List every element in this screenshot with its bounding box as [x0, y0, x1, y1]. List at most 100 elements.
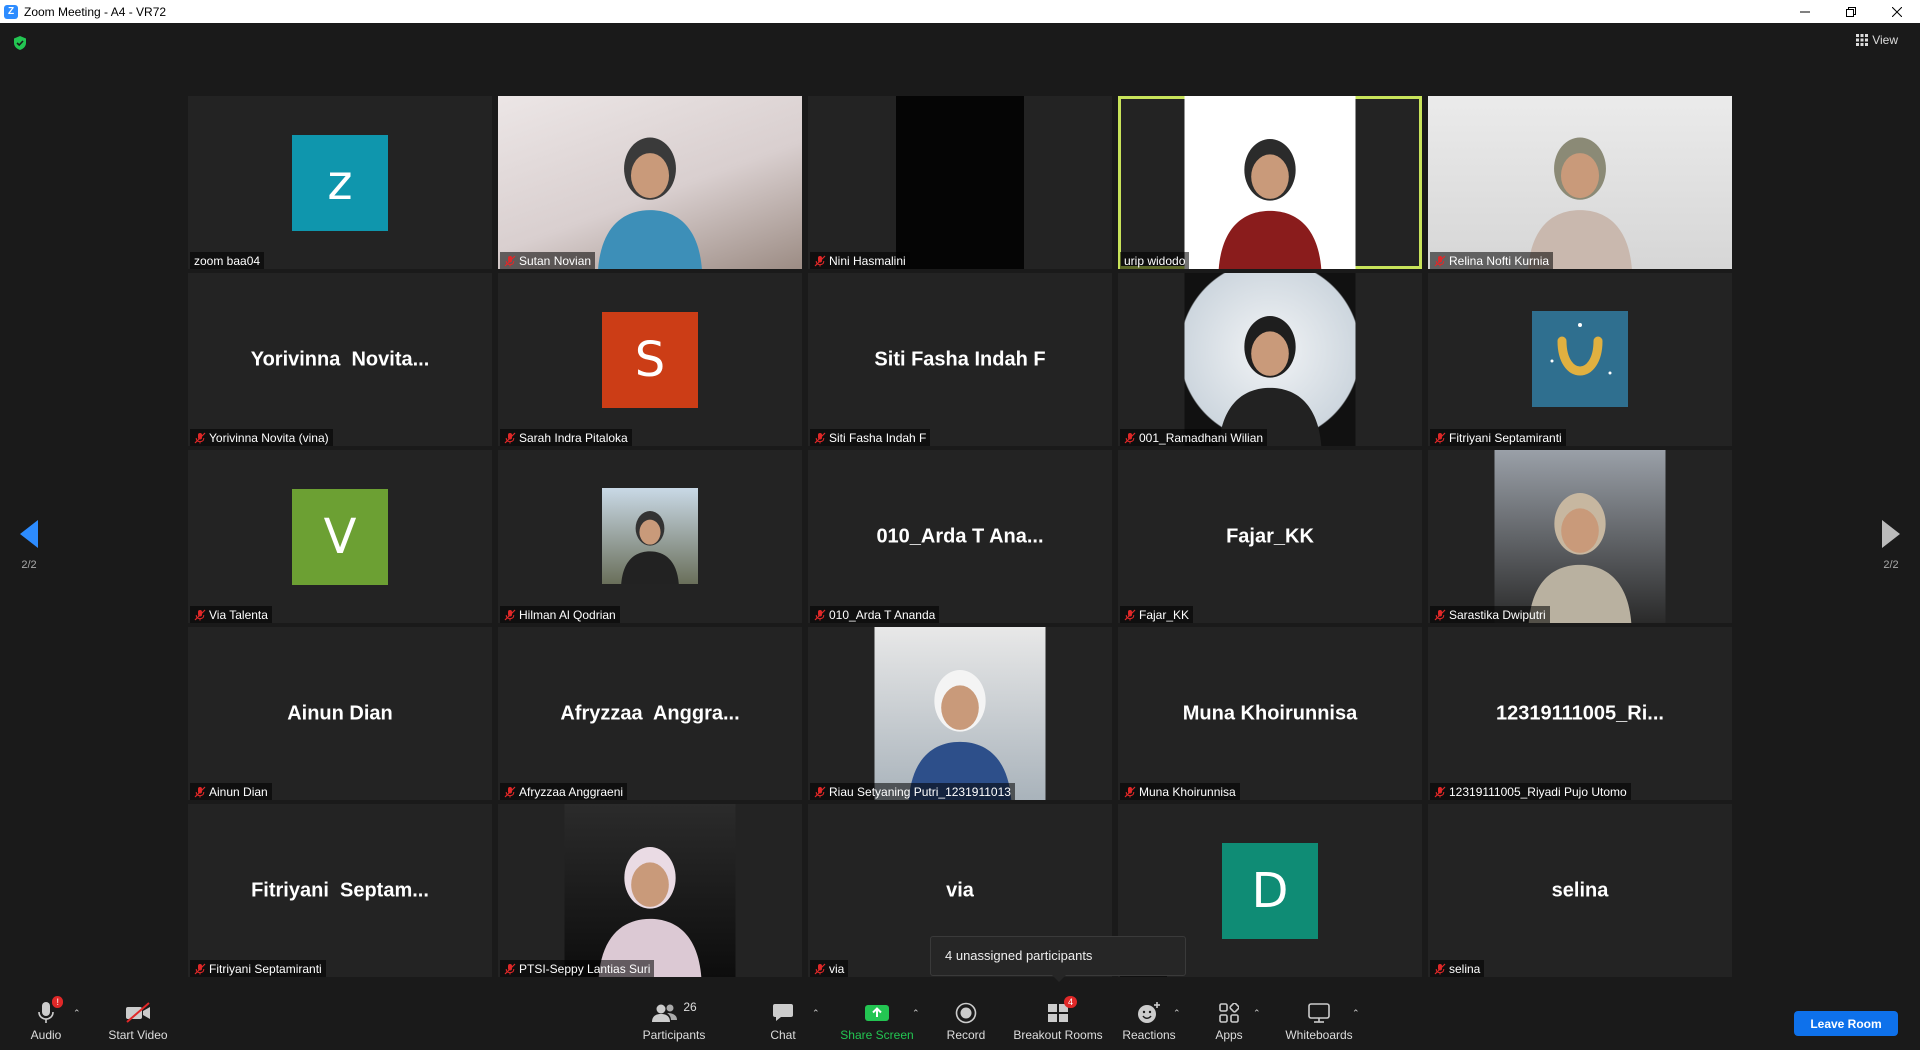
participant-tile[interactable]: V Via Talenta — [188, 450, 492, 623]
participant-tile[interactable]: Hilman Al Qodrian — [498, 450, 802, 623]
audio-button[interactable]: ! Audio — [0, 996, 96, 1042]
participant-avatar: S — [602, 311, 698, 408]
apps-button[interactable]: Apps — [1179, 1000, 1279, 1042]
restore-button[interactable] — [1828, 0, 1874, 23]
participant-nametag: Ainun Dian — [190, 783, 272, 800]
mic-muted-icon — [1124, 432, 1136, 443]
participant-display-name: Ainun Dian — [287, 702, 393, 724]
participant-nametag: Via Talenta — [190, 606, 272, 623]
person-silhouette-icon — [1528, 493, 1632, 623]
mic-muted-icon — [1434, 963, 1446, 974]
restore-icon — [1846, 6, 1856, 17]
participant-name-label: via — [829, 961, 845, 976]
mic-muted-icon — [814, 432, 826, 443]
shield-check-icon[interactable] — [12, 35, 28, 51]
chat-button[interactable]: Chat — [733, 1000, 833, 1042]
breakout-rooms-button[interactable]: 4 Breakout Rooms — [1008, 996, 1108, 1042]
participant-tile[interactable]: Relina Nofti Kurnia — [1428, 96, 1732, 269]
mic-muted-icon — [814, 609, 826, 620]
window-title: Zoom Meeting - A4 - VR72 — [24, 4, 167, 19]
participants-count: 26 — [683, 1000, 697, 1014]
mic-muted-icon — [194, 432, 206, 443]
participant-tile[interactable]: PTSI-Seppy Lantias Suri — [498, 804, 802, 977]
leave-room-button[interactable]: Leave Room — [1794, 1011, 1898, 1036]
zoom-app-icon: Z — [4, 4, 18, 19]
participant-name-label: Sutan Novian — [519, 253, 592, 268]
previous-page-nav[interactable]: 2/2 — [18, 520, 40, 571]
grid-view-icon — [1856, 34, 1869, 46]
participant-name-label: Fitriyani Septamiranti — [1449, 430, 1562, 445]
participant-tile[interactable]: S Sarah Indra Pitaloka — [498, 273, 802, 446]
record-icon — [955, 1002, 977, 1024]
meeting-toolbar: ! Audio ⌃ Start Video 26 Participants Ch… — [0, 994, 1920, 1050]
participant-tile[interactable]: Fitriyani Septamiranti — [1428, 273, 1732, 446]
participant-tile[interactable]: Ainun Dian Ainun Dian — [188, 627, 492, 800]
breakout-rooms-label: Breakout Rooms — [1013, 1028, 1103, 1042]
apps-options-caret[interactable]: ⌃ — [1253, 1008, 1261, 1019]
whiteboards-options-caret[interactable]: ⌃ — [1352, 1008, 1360, 1019]
participant-name-label: zoom baa04 — [194, 253, 261, 268]
participant-display-name: Siti Fasha Indah F — [874, 348, 1046, 370]
participant-tile[interactable]: Muna Khoirunnisa Muna Khoirunnisa — [1118, 627, 1422, 800]
participant-tile[interactable]: selina selina — [1428, 804, 1732, 977]
mic-muted-icon — [504, 609, 516, 620]
participant-tile[interactable]: Nini Hasmalini — [808, 96, 1112, 269]
arrow-left-icon[interactable] — [20, 520, 38, 548]
view-button[interactable]: View — [1856, 33, 1898, 47]
participant-tile[interactable]: Fitriyani Septam... Fitriyani Septamirant… — [188, 804, 492, 977]
participant-photo — [874, 627, 1046, 800]
participant-tile[interactable]: Siti Fasha Indah F Siti Fasha Indah F — [808, 273, 1112, 446]
share-screen-label: Share Screen — [840, 1028, 914, 1042]
next-page-nav[interactable]: 2/2 — [1880, 520, 1902, 571]
participant-tile[interactable]: Sutan Novian — [498, 96, 802, 269]
participant-tile[interactable]: Sarastika Dwiputri — [1428, 450, 1732, 623]
record-button[interactable]: Record — [916, 1000, 1016, 1042]
start-video-button[interactable]: Start Video — [88, 1000, 188, 1042]
participant-nametag: Muna Khoirunnisa — [1120, 783, 1240, 800]
participant-tile[interactable]: urip widodo — [1118, 96, 1422, 269]
participant-display-name: Muna Khoirunnisa — [1182, 702, 1358, 724]
mic-muted-icon — [1434, 255, 1446, 266]
participant-avatar: z — [292, 134, 388, 231]
participant-nametag: Yorivinna Novita (vina) — [190, 429, 333, 446]
mic-muted-icon — [814, 255, 826, 266]
mic-muted-icon — [1434, 432, 1446, 443]
view-label: View — [1872, 33, 1898, 47]
participant-tile[interactable]: Yorivinna Novita... Yorivinna Novita (vin… — [188, 273, 492, 446]
participant-tile[interactable]: 010_Arda T Ana... 010_Arda T Ananda — [808, 450, 1112, 623]
participant-photo — [1428, 96, 1732, 269]
participant-tile[interactable]: Riau Setyaning Putri_1231911013 — [808, 627, 1112, 800]
close-window-button[interactable] — [1874, 0, 1920, 23]
participants-button[interactable]: 26 Participants — [624, 1000, 724, 1042]
participant-nametag: urip widodo — [1120, 252, 1190, 269]
share-screen-button[interactable]: Share Screen — [827, 1000, 927, 1042]
reactions-label: Reactions — [1122, 1028, 1176, 1042]
minimize-button[interactable] — [1782, 0, 1828, 23]
participant-tile[interactable]: z zoom baa04 — [188, 96, 492, 269]
participant-tile[interactable]: Afryzzaa Anggra... Afryzzaa Anggraeni — [498, 627, 802, 800]
participant-nametag: zoom baa04 — [190, 252, 265, 269]
person-silhouette-icon — [598, 137, 702, 269]
participants-icon — [652, 1004, 678, 1022]
video-off-icon — [126, 1002, 150, 1023]
participant-name-label: Relina Nofti Kurnia — [1449, 253, 1550, 268]
whiteboards-button[interactable]: Whiteboards — [1269, 1000, 1369, 1042]
mic-muted-icon — [1124, 609, 1136, 620]
person-silhouette-icon — [621, 511, 679, 584]
participant-tile[interactable]: 12319111005_Ri... 12319111005_Riyadi Pujo… — [1428, 627, 1732, 800]
participant-photo — [1184, 96, 1356, 269]
chat-options-caret[interactable]: ⌃ — [812, 1008, 820, 1019]
participant-tile[interactable]: 001_Ramadhani Wilian — [1118, 273, 1422, 446]
title-bar: Z Zoom Meeting - A4 - VR72 — [0, 0, 1920, 23]
participant-name-label: 12319111005_Riyadi Pujo Utomo — [1449, 784, 1627, 799]
participant-name-label: Yorivinna Novita (vina) — [209, 430, 329, 445]
arrow-right-icon[interactable] — [1882, 520, 1900, 548]
participant-nametag: Sarah Indra Pitaloka — [500, 429, 632, 446]
mic-muted-icon — [504, 432, 516, 443]
participant-tile[interactable]: Fajar_KK Fajar_KK — [1118, 450, 1422, 623]
mic-muted-icon — [1434, 609, 1446, 620]
participant-nametag: selina — [1430, 960, 1485, 977]
audio-options-caret[interactable]: ⌃ — [73, 1008, 81, 1019]
minimize-icon — [1800, 11, 1810, 12]
participant-name-label: PTSI-Seppy Lantias Suri — [519, 961, 651, 976]
